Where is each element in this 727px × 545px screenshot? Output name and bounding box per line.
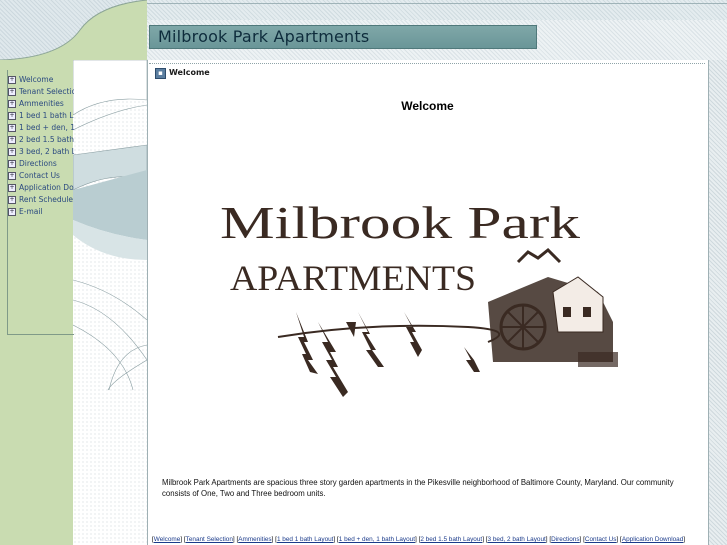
expand-icon: + bbox=[8, 172, 16, 180]
sidebar-item-1bed-den[interactable]: +1 bed + den, 1 b bbox=[8, 122, 74, 134]
sidebar-item-2bed[interactable]: +2 bed 1.5 bath La bbox=[8, 134, 74, 146]
sidebar-item-ammenities[interactable]: + Ammenities bbox=[8, 98, 74, 110]
sidebar-top-curve bbox=[0, 0, 147, 60]
section-icon: ▪ bbox=[155, 68, 166, 79]
sidebar-item-label: Tenant Selection bbox=[19, 87, 74, 96]
sidebar-item-application[interactable]: + Application Dow bbox=[8, 182, 74, 194]
top-divider bbox=[147, 3, 727, 4]
sidebar-item-tenant-selection[interactable]: +Tenant Selection bbox=[8, 86, 74, 98]
sidebar-item-contact[interactable]: + Contact Us bbox=[8, 170, 74, 182]
sidebar-item-rent-schedule[interactable]: + Rent Schedule bbox=[8, 194, 74, 206]
content-divider bbox=[149, 63, 705, 64]
page-title: Milbrook Park Apartments bbox=[158, 27, 370, 46]
footer-link-contact[interactable]: Contact Us bbox=[585, 536, 617, 543]
intro-paragraph: Milbrook Park Apartments are spacious th… bbox=[162, 478, 674, 498]
sidebar-item-label: Welcome bbox=[19, 75, 54, 84]
footer-link-directions[interactable]: Directions bbox=[551, 536, 579, 543]
footer-link-application[interactable]: Application Download bbox=[622, 536, 683, 543]
expand-icon: + bbox=[8, 148, 16, 156]
expand-icon: + bbox=[8, 196, 16, 204]
footer-nav: [Welcome] [Tenant Selection] [Ammenities… bbox=[152, 536, 686, 543]
section-label: Welcome bbox=[169, 68, 210, 77]
expand-icon: + bbox=[8, 76, 16, 84]
sidebar-item-label: 1 bed + den, 1 b bbox=[19, 123, 74, 132]
expand-icon: + bbox=[8, 112, 16, 120]
sidebar-item-label: E-mail bbox=[19, 207, 43, 216]
svg-text:Milbrook Park: Milbrook Park bbox=[220, 197, 580, 248]
footer-link-ammenities[interactable]: Ammenities bbox=[238, 536, 271, 543]
sidebar-item-directions[interactable]: + Directions bbox=[8, 158, 74, 170]
sidebar-item-label: Rent Schedule bbox=[19, 195, 74, 204]
expand-icon: + bbox=[8, 88, 16, 96]
expand-icon: + bbox=[8, 124, 16, 132]
right-decorative-strip bbox=[708, 60, 727, 545]
sidebar-nav: +Welcome +Tenant Selection +Ammenities +… bbox=[7, 70, 74, 335]
sidebar-item-label: Contact Us bbox=[19, 171, 60, 180]
footer-link-welcome[interactable]: Welcome bbox=[154, 536, 181, 543]
footer-link-3bed[interactable]: 3 bed, 2 bath Layout bbox=[488, 536, 546, 543]
milbrook-park-logo: Milbrook Park Apartments bbox=[220, 197, 618, 397]
welcome-heading: Welcome bbox=[401, 99, 454, 113]
sidebar-item-label: Application Dow bbox=[19, 183, 74, 192]
sidebar-item-label: 3 bed, 2 bath Lay bbox=[19, 147, 74, 156]
footer-link-1bed-den[interactable]: 1 bed + den, 1 bath Layout bbox=[339, 536, 415, 543]
expand-icon: + bbox=[8, 100, 16, 108]
sidebar-item-3bed[interactable]: +3 bed, 2 bath Lay bbox=[8, 146, 74, 158]
footer-link-tenant-selection[interactable]: Tenant Selection bbox=[186, 536, 233, 543]
expand-icon: + bbox=[8, 184, 16, 192]
sidebar-item-label: 1 bed 1 bath Lay bbox=[19, 111, 74, 120]
sidebar-item-label: 2 bed 1.5 bath La bbox=[19, 135, 74, 144]
expand-icon: + bbox=[8, 160, 16, 168]
svg-text:Apartments: Apartments bbox=[230, 258, 476, 298]
sidebar-item-email[interactable]: + E-mail bbox=[8, 206, 74, 218]
footer-link-2bed[interactable]: 2 bed 1.5 bath Layout bbox=[420, 536, 482, 543]
sidebar-item-label: Directions bbox=[19, 159, 57, 168]
expand-icon: + bbox=[8, 136, 16, 144]
decorative-column bbox=[73, 60, 147, 545]
sidebar-item-welcome[interactable]: + Welcome bbox=[8, 74, 74, 86]
footer-link-1bed-1bath[interactable]: 1 bed 1 bath Layout bbox=[277, 536, 334, 543]
sidebar-item-1bed-1bath[interactable]: +1 bed 1 bath Lay bbox=[8, 110, 74, 122]
sidebar-item-label: Ammenities bbox=[19, 99, 64, 108]
expand-icon: + bbox=[8, 208, 16, 216]
